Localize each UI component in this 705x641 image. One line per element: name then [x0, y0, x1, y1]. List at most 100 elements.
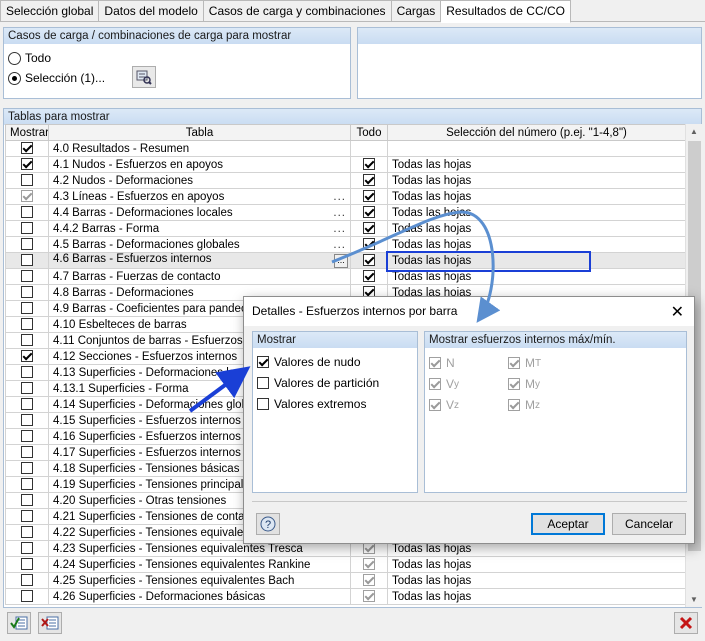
- show-cell[interactable]: [5, 252, 49, 269]
- option-MT[interactable]: MT: [508, 356, 541, 370]
- scroll-up-icon[interactable]: ▲: [686, 127, 702, 136]
- selection-cell[interactable]: Todas las hojas: [387, 556, 686, 573]
- table-row[interactable]: ... 4.4.2 Barras - Forma Todas las hojas: [5, 220, 686, 237]
- checkbox[interactable]: [21, 510, 33, 523]
- show-cell[interactable]: [5, 476, 49, 493]
- table-name-cell[interactable]: 4.2 Nudos - Deformaciones: [48, 172, 351, 189]
- option-node-values[interactable]: Valores de nudo: [257, 355, 361, 369]
- show-cell[interactable]: [5, 540, 49, 557]
- all-cell[interactable]: [350, 236, 388, 253]
- selection-cell[interactable]: Todas las hojas: [387, 268, 686, 285]
- checkbox[interactable]: [21, 590, 33, 603]
- selection-cell[interactable]: Todas las hojas: [387, 236, 686, 253]
- table-name-cell[interactable]: ... 4.4.2 Barras - Forma: [48, 220, 351, 237]
- delete-button[interactable]: [674, 612, 698, 634]
- more-icon[interactable]: ...: [333, 239, 346, 251]
- all-cell[interactable]: [350, 588, 388, 605]
- option-Vz[interactable]: Vz: [429, 398, 459, 412]
- checkbox[interactable]: [21, 558, 33, 571]
- tab-global-selection[interactable]: Selección global: [0, 0, 100, 22]
- show-cell[interactable]: [5, 508, 49, 525]
- table-name-cell[interactable]: ... 4.6 Barras - Esfuerzos internos: [48, 252, 351, 269]
- option-N[interactable]: N: [429, 356, 455, 370]
- checkbox[interactable]: [21, 302, 33, 315]
- checkbox[interactable]: [21, 318, 33, 331]
- all-cell[interactable]: [350, 252, 388, 269]
- table-row[interactable]: ... 4.5 Barras - Deformaciones globales To…: [5, 236, 686, 253]
- show-cell[interactable]: [5, 460, 49, 477]
- select-load-cases-button[interactable]: [132, 66, 156, 88]
- ok-button[interactable]: Aceptar: [531, 513, 605, 535]
- checkbox[interactable]: [21, 478, 33, 491]
- checkbox[interactable]: [21, 430, 33, 443]
- more-icon[interactable]: ...: [333, 223, 346, 235]
- all-cell[interactable]: [350, 556, 388, 573]
- table-row[interactable]: 4.24 Superficies - Tensiones equivalente…: [5, 556, 686, 573]
- more-icon[interactable]: ...: [333, 207, 346, 219]
- checkbox[interactable]: [363, 270, 375, 283]
- checkbox[interactable]: [363, 558, 375, 571]
- checkbox[interactable]: [363, 222, 375, 235]
- checkbox[interactable]: [21, 414, 33, 427]
- selection-cell[interactable]: [387, 140, 686, 157]
- all-cell[interactable]: [350, 220, 388, 237]
- checkbox[interactable]: [363, 590, 375, 603]
- checkbox[interactable]: [363, 542, 375, 555]
- checkbox[interactable]: [21, 574, 33, 587]
- checkbox[interactable]: [363, 254, 375, 267]
- table-row[interactable]: 4.7 Barras - Fuerzas de contacto Todas la…: [5, 268, 686, 285]
- selection-cell[interactable]: Todas las hojas: [387, 204, 686, 221]
- all-cell[interactable]: [350, 204, 388, 221]
- table-row[interactable]: 4.0 Resultados - Resumen: [5, 140, 686, 157]
- radio-selection[interactable]: Selección (1)...: [8, 71, 105, 85]
- show-cell[interactable]: [5, 348, 49, 365]
- selection-cell[interactable]: Todas las hojas: [387, 156, 686, 173]
- tab-loads[interactable]: Cargas: [391, 0, 442, 22]
- show-cell[interactable]: [5, 556, 49, 573]
- option-partition-values[interactable]: Valores de partición: [257, 376, 379, 390]
- option-My[interactable]: My: [508, 377, 540, 391]
- checkbox[interactable]: [21, 494, 33, 507]
- checkbox[interactable]: [363, 206, 375, 219]
- show-cell[interactable]: [5, 332, 49, 349]
- show-cell[interactable]: [5, 396, 49, 413]
- uncheck-all-button[interactable]: [38, 612, 62, 634]
- tab-model-data[interactable]: Datos del modelo: [99, 0, 204, 22]
- option-Vy[interactable]: Vy: [429, 377, 459, 391]
- all-cell[interactable]: [350, 572, 388, 589]
- show-cell[interactable]: [5, 380, 49, 397]
- checkbox[interactable]: [21, 350, 33, 363]
- col-show[interactable]: Mostrar: [5, 124, 49, 141]
- close-icon[interactable]: ✕: [671, 302, 684, 322]
- checkbox[interactable]: [363, 238, 375, 251]
- selection-cell[interactable]: Todas las hojas: [387, 172, 686, 189]
- cancel-button[interactable]: Cancelar: [612, 513, 686, 535]
- show-cell[interactable]: [5, 428, 49, 445]
- show-cell[interactable]: [5, 572, 49, 589]
- selection-cell[interactable]: Todas las hojas: [387, 220, 686, 237]
- table-name-cell[interactable]: ... 4.4 Barras - Deformaciones locales: [48, 204, 351, 221]
- show-cell[interactable]: [5, 268, 49, 285]
- show-cell[interactable]: [5, 172, 49, 189]
- table-name-cell[interactable]: 4.24 Superficies - Tensiones equivalente…: [48, 556, 351, 573]
- show-cell[interactable]: [5, 316, 49, 333]
- checkbox[interactable]: [363, 158, 375, 171]
- show-cell[interactable]: [5, 220, 49, 237]
- show-cell[interactable]: [5, 444, 49, 461]
- all-cell[interactable]: [350, 172, 388, 189]
- show-cell[interactable]: [5, 156, 49, 173]
- table-name-cell[interactable]: ... 4.5 Barras - Deformaciones globales: [48, 236, 351, 253]
- table-name-cell[interactable]: ... 4.3 Líneas - Esfuerzos en apoyos: [48, 188, 351, 205]
- checkbox[interactable]: [257, 377, 269, 389]
- checkbox[interactable]: [21, 526, 33, 539]
- show-cell[interactable]: [5, 588, 49, 605]
- scroll-down-icon[interactable]: ▼: [690, 595, 698, 604]
- radio-all[interactable]: Todo: [8, 51, 51, 65]
- checkbox[interactable]: [21, 366, 33, 379]
- checkbox[interactable]: [21, 542, 33, 555]
- table-name-cell[interactable]: 4.25 Superficies - Tensiones equivalente…: [48, 572, 351, 589]
- all-cell[interactable]: [350, 268, 388, 285]
- show-cell[interactable]: [5, 300, 49, 317]
- checkbox[interactable]: [257, 356, 269, 368]
- checkbox[interactable]: [21, 190, 33, 203]
